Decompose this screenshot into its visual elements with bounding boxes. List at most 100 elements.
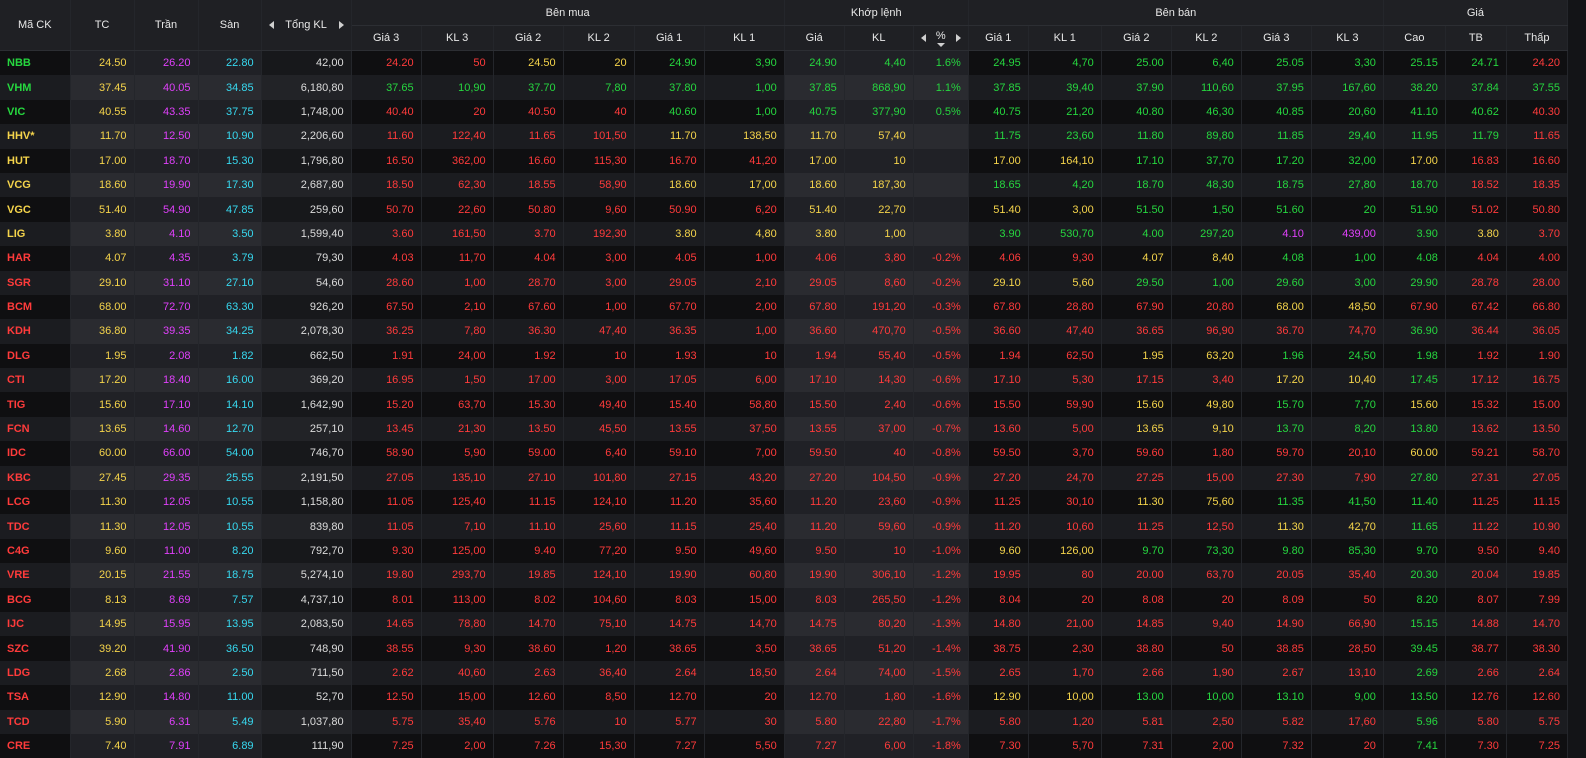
symbol-cell[interactable]: LIG [0, 222, 70, 246]
symbol-cell[interactable]: TIG [0, 392, 70, 416]
buy-vol-2-cell: 3,00 [563, 246, 634, 270]
symbol-cell[interactable]: SGR [0, 271, 70, 295]
symbol-cell[interactable]: VHM [0, 75, 70, 99]
table-row[interactable]: HHV*11.7012.5010.902,206,6011.60122,4011… [0, 124, 1568, 148]
header-buy-vol-3[interactable]: KL 3 [421, 26, 493, 51]
header-ceiling[interactable]: Trần [134, 0, 198, 51]
table-row[interactable]: HAR4.074.353.7979,304.0311,704.043,004.0… [0, 246, 1568, 270]
table-row[interactable]: TIG15.6017.1014.101,642,9015.2063,7015.3… [0, 392, 1568, 416]
header-match-price[interactable]: Giá [784, 26, 844, 51]
table-row[interactable]: SZC39.2041.9036.50748,9038.559,3038.601,… [0, 636, 1568, 660]
table-row[interactable]: NBB24.5026.2022.8042,0024.205024.502024.… [0, 51, 1568, 76]
symbol-cell[interactable]: VCG [0, 173, 70, 197]
table-row[interactable]: TDC11.3012.0510.55839,8011.057,1011.1025… [0, 514, 1568, 538]
header-buy-price-3[interactable]: Giá 3 [351, 26, 421, 51]
table-row[interactable]: BCG8.138.697.574,737,108.01113,008.02104… [0, 588, 1568, 612]
symbol-cell[interactable]: TCD [0, 710, 70, 734]
buy-price-3-cell: 8.01 [351, 588, 421, 612]
symbol-cell[interactable]: KDH [0, 319, 70, 343]
table-row[interactable]: CRE7.407.916.89111,907.252,007.2615,307.… [0, 734, 1568, 758]
symbol-cell[interactable]: VIC [0, 100, 70, 124]
header-match-volume[interactable]: KL [844, 26, 913, 51]
symbol-cell[interactable]: VRE [0, 563, 70, 587]
symbol-cell[interactable]: VGC [0, 197, 70, 221]
pct-prev-icon[interactable] [921, 34, 926, 42]
header-sell-price-3[interactable]: Giá 3 [1241, 26, 1311, 51]
sell-vol-2-cell: 20 [1171, 588, 1241, 612]
header-buy-price-1[interactable]: Giá 1 [634, 26, 704, 51]
header-sell-price-1[interactable]: Giá 1 [968, 26, 1028, 51]
buy-price-2-cell: 3.70 [493, 222, 563, 246]
symbol-cell[interactable]: BCG [0, 588, 70, 612]
symbol-cell[interactable]: LCG [0, 490, 70, 514]
header-symbol[interactable]: Mã CK [0, 0, 70, 51]
header-average[interactable]: TB [1445, 26, 1506, 51]
table-row[interactable]: CTI17.2018.4016.00369,2016.951,5017.003,… [0, 368, 1568, 392]
header-sell-vol-1[interactable]: KL 1 [1028, 26, 1101, 51]
table-row[interactable]: BCM68.0072.7063.30926,2067.502,1067.601,… [0, 295, 1568, 319]
table-row[interactable]: TSA12.9014.8011.0052,7012.5015,0012.608,… [0, 685, 1568, 709]
table-row[interactable]: KBC27.4529.3525.552,191,5027.05135,1027.… [0, 466, 1568, 490]
table-row[interactable]: IJC14.9515.9513.952,083,5014.6578,8014.7… [0, 612, 1568, 636]
header-sell-vol-2[interactable]: KL 2 [1171, 26, 1241, 51]
sell-vol-2-cell: 9,10 [1171, 417, 1241, 441]
sell-price-1-cell: 13.60 [968, 417, 1028, 441]
floor-cell: 27.10 [198, 271, 261, 295]
symbol-cell[interactable]: HAR [0, 246, 70, 270]
table-row[interactable]: VHM37.4540.0534.856,180,8037.6510,9037.7… [0, 75, 1568, 99]
symbol-cell[interactable]: TSA [0, 685, 70, 709]
table-row[interactable]: SGR29.1031.1027.1054,6028.601,0028.703,0… [0, 271, 1568, 295]
symbol-cell[interactable]: SZC [0, 636, 70, 660]
table-row[interactable]: C4G9.6011.008.20792,709.30125,009.4077,2… [0, 539, 1568, 563]
table-row[interactable]: LCG11.3012.0510.551,158,8011.05125,4011.… [0, 490, 1568, 514]
header-total-volume[interactable]: Tổng KL [261, 0, 351, 51]
table-row[interactable]: VRE20.1521.5518.755,274,1019.80293,7019.… [0, 563, 1568, 587]
table-row[interactable]: VCG18.6019.9017.302,687,8018.5062,3018.5… [0, 173, 1568, 197]
symbol-cell[interactable]: HUT [0, 149, 70, 173]
symbol-cell[interactable]: FCN [0, 417, 70, 441]
symbol-cell[interactable]: KBC [0, 466, 70, 490]
table-row[interactable]: FCN13.6514.6012.70257,1013.4521,3013.504… [0, 417, 1568, 441]
header-floor[interactable]: Sàn [198, 0, 261, 51]
header-sell-price-2[interactable]: Giá 2 [1101, 26, 1171, 51]
table-row[interactable]: HUT17.0018.7015.301,796,8016.50362,0016.… [0, 149, 1568, 173]
symbol-cell[interactable]: LDG [0, 661, 70, 685]
table-row[interactable]: DLG1.952.081.82662,501.9124,001.92101.93… [0, 344, 1568, 368]
symbol-cell[interactable]: CTI [0, 368, 70, 392]
scroll-left-icon[interactable] [269, 21, 274, 29]
symbol-cell[interactable]: IDC [0, 441, 70, 465]
buy-price-3-cell: 7.25 [351, 734, 421, 758]
symbol-cell[interactable]: C4G [0, 539, 70, 563]
floor-cell: 10.90 [198, 124, 261, 148]
symbol-cell[interactable]: IJC [0, 612, 70, 636]
table-row[interactable]: KDH36.8039.3534.252,078,3036.257,8036.30… [0, 319, 1568, 343]
reference-cell: 1.95 [70, 344, 134, 368]
table-row[interactable]: VIC40.5543.3537.751,748,0040.402040.5040… [0, 100, 1568, 124]
buy-vol-3-cell: 135,10 [421, 466, 493, 490]
symbol-cell[interactable]: DLG [0, 344, 70, 368]
table-row[interactable]: IDC60.0066.0054.00746,7058.905,9059.006,… [0, 441, 1568, 465]
symbol-cell[interactable]: HHV* [0, 124, 70, 148]
header-sell-vol-3[interactable]: KL 3 [1311, 26, 1383, 51]
scroll-right-icon[interactable] [339, 21, 344, 29]
header-buy-vol-1[interactable]: KL 1 [704, 26, 784, 51]
header-match-percent[interactable]: % [913, 26, 968, 51]
header-reference[interactable]: TC [70, 0, 134, 51]
table-row[interactable]: LIG3.804.103.501,599,403.60161,503.70192… [0, 222, 1568, 246]
high-cell: 67.90 [1383, 295, 1445, 319]
match-price-cell: 17.10 [784, 368, 844, 392]
high-cell: 39.45 [1383, 636, 1445, 660]
header-high[interactable]: Cao [1383, 26, 1445, 51]
symbol-cell[interactable]: NBB [0, 51, 70, 76]
pct-next-icon[interactable] [956, 34, 961, 42]
symbol-cell[interactable]: TDC [0, 514, 70, 538]
header-buy-vol-2[interactable]: KL 2 [563, 26, 634, 51]
symbol-cell[interactable]: BCM [0, 295, 70, 319]
table-row[interactable]: LDG2.682.862.50711,502.6240,602.6336,402… [0, 661, 1568, 685]
header-buy-price-2[interactable]: Giá 2 [493, 26, 563, 51]
symbol-cell[interactable]: CRE [0, 734, 70, 758]
table-row[interactable]: TCD5.906.315.491,037,805.7535,405.76105.… [0, 710, 1568, 734]
buy-vol-2-cell: 104,60 [563, 588, 634, 612]
header-low[interactable]: Thấp [1506, 26, 1567, 51]
table-row[interactable]: VGC51.4054.9047.85259,6050.7022,6050.809… [0, 197, 1568, 221]
